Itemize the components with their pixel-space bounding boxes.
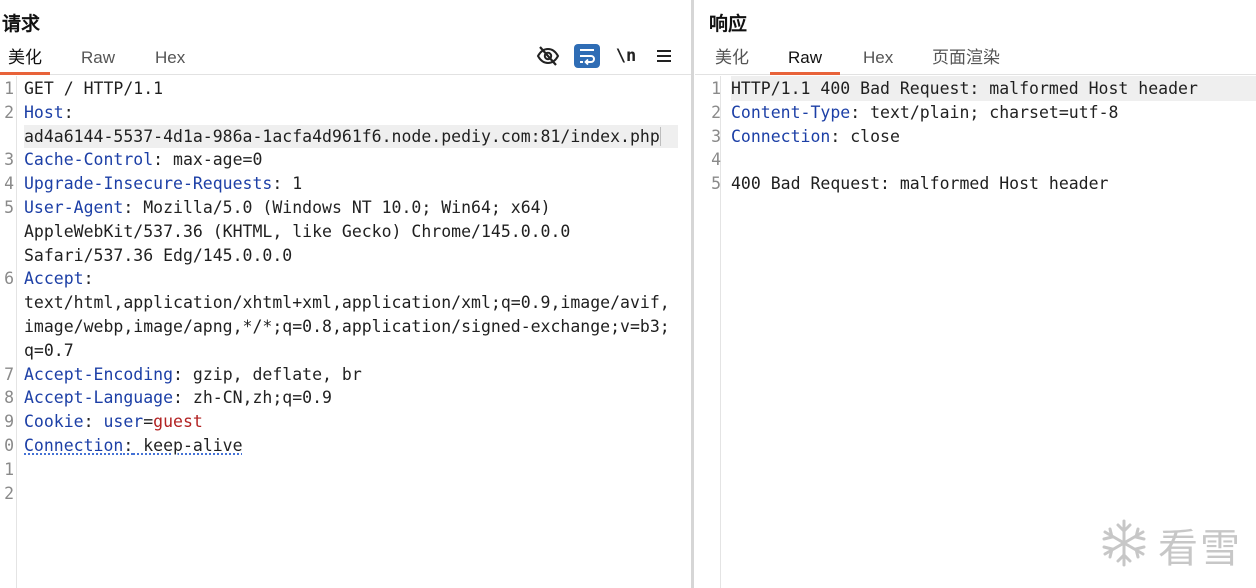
tab-render[interactable]: 页面渲染 [924,46,1008,75]
response-code[interactable]: 1 HTTP/1.1 400 Bad Request: malformed Hos… [711,76,1256,196]
response-editor[interactable]: 1 HTTP/1.1 400 Bad Request: malformed Hos… [695,76,1256,588]
request-line: 7 Accept-Encoding: gzip, deflate, br [4,364,362,384]
request-line: ad4a6144-5537-4d1a-986a-1acfa4d961f6.nod… [24,124,678,149]
request-line: 5 User-Agent: Mozilla/5.0 (Windows NT 10.… [4,197,551,217]
request-line: 4 Upgrade-Insecure-Requests: 1 [4,174,303,194]
response-pane: 响应 美化 Raw Hex 页面渲染 1 HTTP/1.1 400 Bad Req… [695,0,1256,588]
request-line: text/html,application/xhtml+xml,applicat… [24,293,670,313]
request-pane: 请求 美化 Raw Hex \n 1 GET / HTTP/1.1 2 Host… [0,0,692,588]
eye-slash-icon[interactable] [535,43,561,69]
watermark-text: 看雪 [1158,526,1242,572]
response-line: 2 Content-Type: text/plain; charset=utf-8 [711,102,1119,122]
pane-splitter[interactable] [691,0,694,588]
response-line: 5 400 Bad Request: malformed Host header [711,174,1109,194]
response-line: 4 [711,150,721,170]
wrap-lines-icon[interactable] [574,44,600,68]
tab-raw[interactable]: Raw [770,46,841,75]
request-line: 2 [4,483,14,503]
tab-hex[interactable]: Hex [855,46,901,75]
tab-pretty[interactable]: 美化 [707,46,757,75]
request-line: 1 GET / HTTP/1.1 [4,79,164,98]
request-line: 9 Cookie: user=guest [4,412,203,432]
request-line: 1 [4,459,14,479]
response-line: 1 HTTP/1.1 400 Bad Request: malformed Hos… [711,76,1256,101]
request-line: Safari/537.36 Edg/145.0.0.0 [24,245,293,265]
watermark: 看雪 [1098,516,1242,574]
request-line: image/webp,image/apng,*/*;q=0.8,applicat… [24,316,670,336]
request-code[interactable]: 1 GET / HTTP/1.1 2 Host: ad4a6144-5537-4d1… [4,76,678,505]
response-title: 响应 [709,13,748,35]
request-line: 3 Cache-Control: max-age=0 [4,150,263,170]
request-line: 2 Host: [4,102,74,122]
request-line: AppleWebKit/537.36 (KHTML, like Gecko) C… [24,221,571,241]
request-line: 0 Connection: keep-alive [4,435,243,455]
newline-icon[interactable]: \n [613,43,639,69]
response-line: 3 Connection: close [711,126,900,146]
tab-hex[interactable]: Hex [147,46,193,75]
response-tabbar: 美化 Raw Hex 页面渲染 [695,42,1256,75]
request-editor[interactable]: 1 GET / HTTP/1.1 2 Host: ad4a6144-5537-4d1… [0,76,692,588]
snowflake-icon [1098,517,1150,573]
request-line: q=0.7 [24,340,74,360]
request-line: 8 Accept-Language: zh-CN,zh;q=0.9 [4,388,332,408]
tab-pretty[interactable]: 美化 [0,46,50,75]
tab-raw[interactable]: Raw [73,46,123,75]
menu-icon[interactable] [651,43,677,69]
request-line: 6 Accept: [4,269,94,289]
request-title: 请求 [2,13,41,35]
